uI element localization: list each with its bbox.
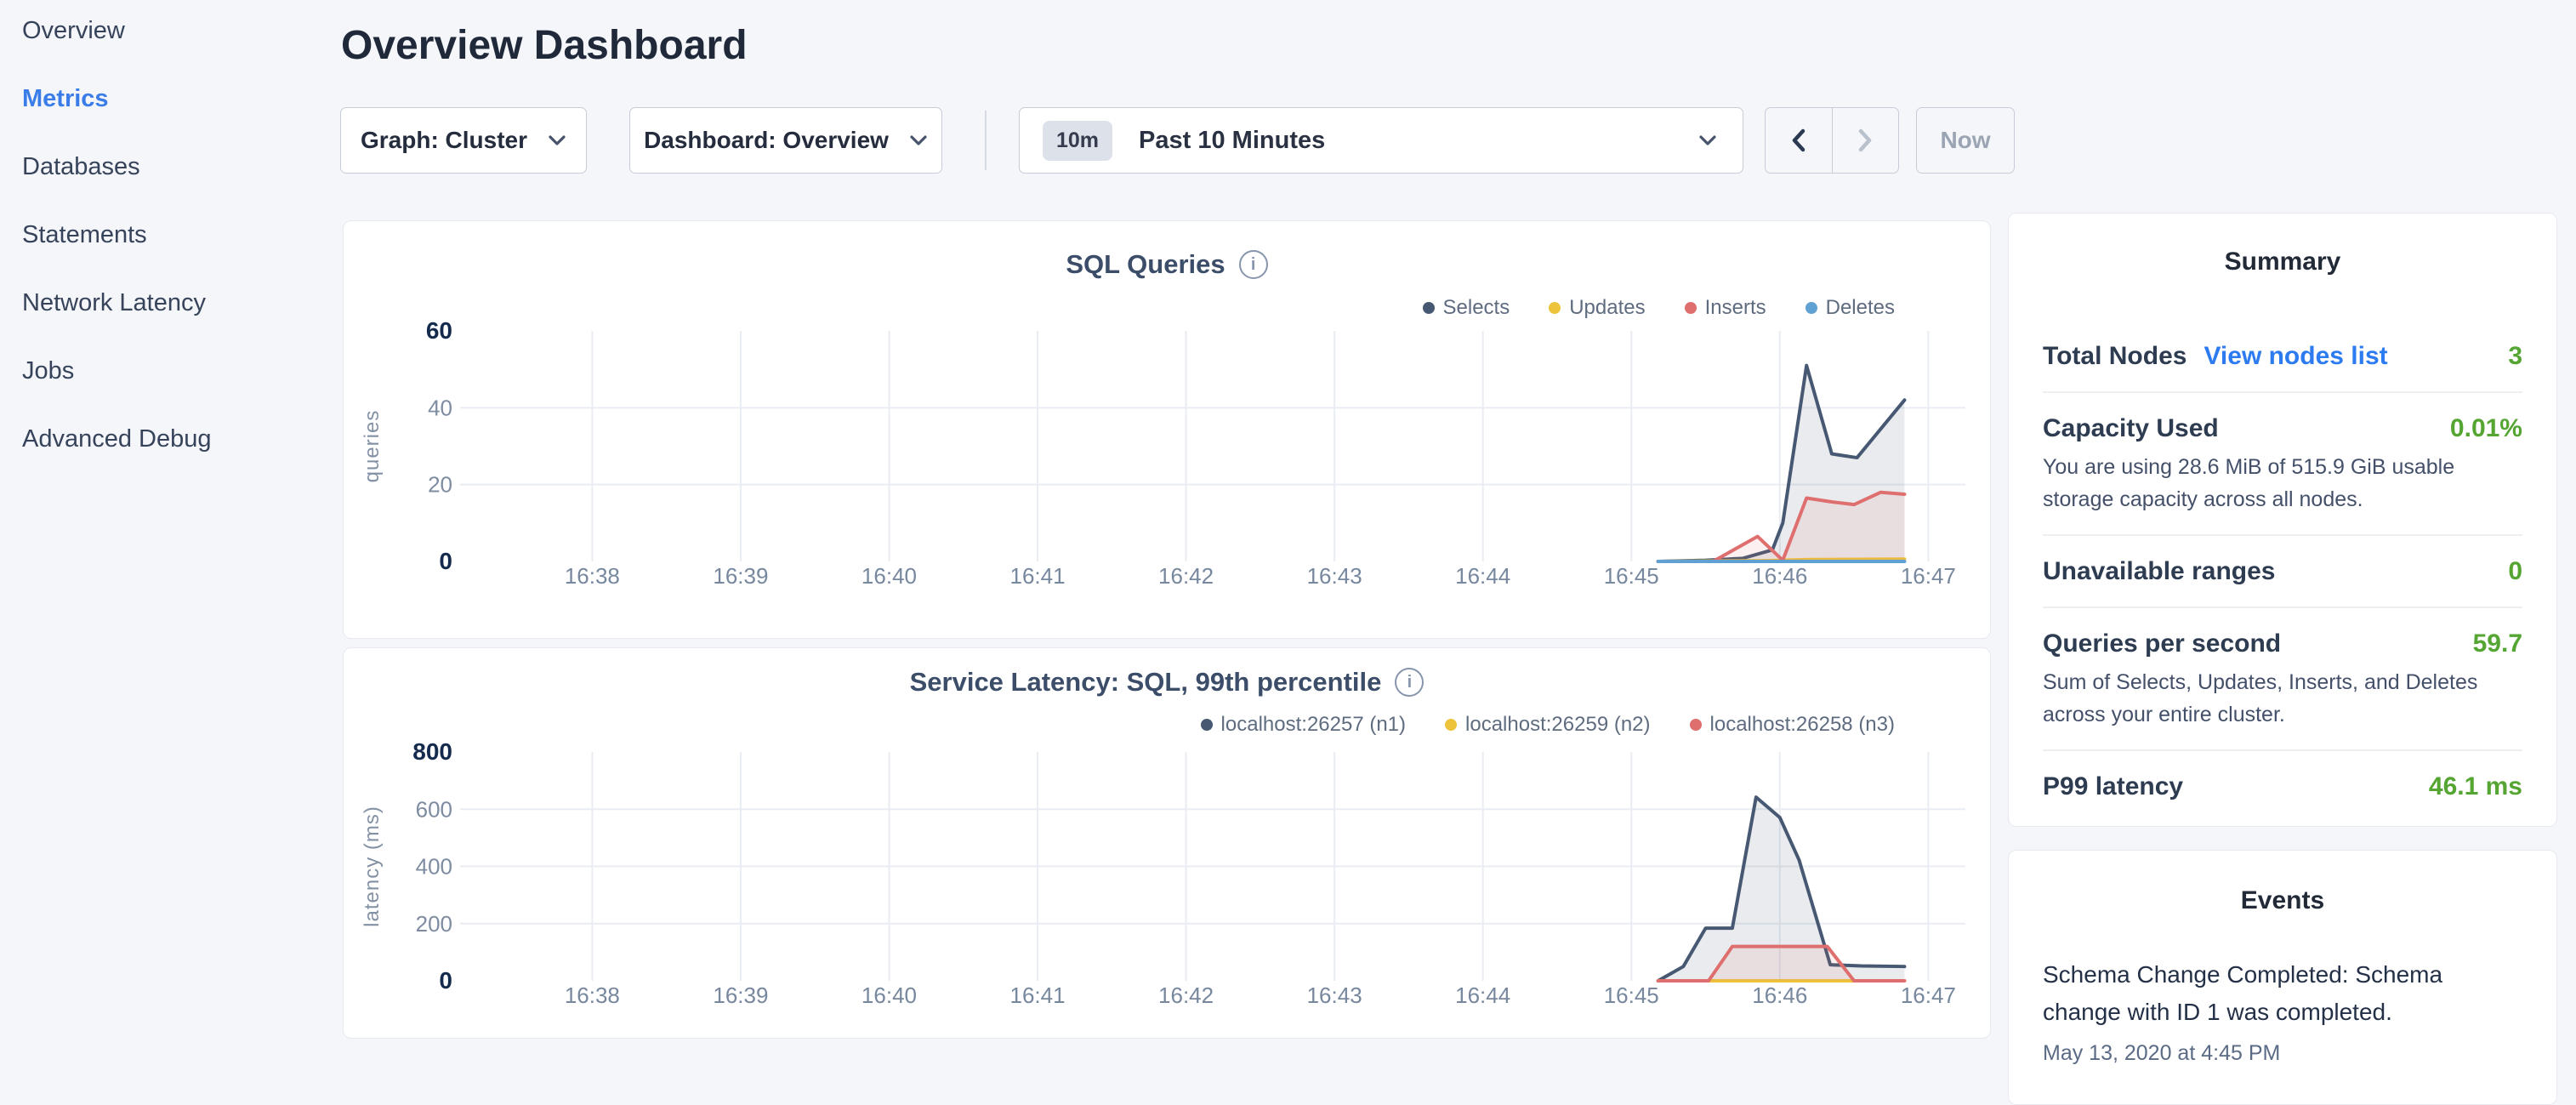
capacity-used-value: 0.01% (2450, 414, 2522, 443)
svg-text:20: 20 (428, 472, 452, 498)
sidebar-item-advanced-debug[interactable]: Advanced Debug (0, 408, 340, 470)
time-range-label: Past 10 Minutes (1139, 127, 1325, 155)
svg-text:16:46: 16:46 (1752, 983, 1807, 1008)
svg-text:16:44: 16:44 (1455, 983, 1510, 1008)
summary-title: Summary (2043, 248, 2522, 276)
svg-text:16:43: 16:43 (1307, 563, 1362, 589)
unavailable-ranges-label: Unavailable ranges (2043, 557, 2275, 586)
p99-latency-label: P99 latency (2043, 772, 2183, 801)
svg-text:latency (ms): latency (ms) (361, 806, 384, 927)
summary-row-p99-latency: P99 latency 46.1 ms (2043, 749, 2522, 822)
chevron-down-icon (909, 134, 928, 146)
svg-text:60: 60 (426, 317, 452, 344)
svg-text:200: 200 (416, 911, 452, 937)
sidebar-item-network-latency[interactable]: Network Latency (0, 272, 340, 333)
dashboard-dropdown[interactable]: Dashboard: Overview (629, 107, 942, 174)
svg-text:16:45: 16:45 (1604, 563, 1659, 589)
event-timestamp: May 13, 2020 at 4:45 PM (2043, 1041, 2522, 1066)
total-nodes-value: 3 (2508, 342, 2522, 371)
svg-text:400: 400 (416, 854, 452, 880)
svg-text:16:42: 16:42 (1158, 563, 1214, 589)
svg-text:0: 0 (439, 548, 452, 574)
sql-queries-chart-card: SQL Queries i SelectsUpdatesInsertsDelet… (343, 220, 1991, 639)
view-nodes-list-link[interactable]: View nodes list (2204, 342, 2387, 371)
svg-text:16:40: 16:40 (862, 563, 917, 589)
svg-text:16:46: 16:46 (1752, 563, 1807, 589)
svg-text:16:47: 16:47 (1901, 983, 1956, 1008)
chevron-down-icon (1698, 134, 1717, 146)
svg-text:0: 0 (439, 967, 452, 994)
graph-dropdown-label: Graph: Cluster (361, 127, 527, 154)
events-panel: Events Schema Change Completed: Schema c… (2008, 850, 2557, 1105)
svg-text:16:43: 16:43 (1307, 983, 1362, 1008)
event-message: Schema Change Completed: Schema change w… (2043, 956, 2522, 1031)
svg-text:16:38: 16:38 (565, 983, 620, 1008)
svg-text:16:40: 16:40 (862, 983, 917, 1008)
svg-text:16:42: 16:42 (1158, 983, 1214, 1008)
svg-text:800: 800 (412, 738, 452, 765)
sidebar-item-overview[interactable]: Overview (0, 0, 340, 61)
sidebar-item-statements[interactable]: Statements (0, 204, 340, 265)
capacity-used-label: Capacity Used (2043, 414, 2219, 443)
graph-dropdown[interactable]: Graph: Cluster (340, 107, 587, 174)
time-step-forward-button[interactable] (1832, 108, 1899, 173)
dashboard-dropdown-label: Dashboard: Overview (644, 127, 889, 154)
sidebar-item-jobs[interactable]: Jobs (0, 340, 340, 402)
svg-text:16:41: 16:41 (1009, 563, 1065, 589)
chevron-down-icon (548, 134, 566, 146)
queries-per-second-label: Queries per second (2043, 629, 2281, 658)
controls-divider (985, 111, 987, 170)
svg-text:16:39: 16:39 (713, 563, 768, 589)
now-button[interactable]: Now (1916, 107, 2015, 174)
svg-text:16:47: 16:47 (1901, 563, 1956, 589)
chevron-left-icon (1788, 128, 1809, 153)
time-range-badge: 10m (1043, 121, 1112, 161)
queries-per-second-value: 59.7 (2473, 629, 2522, 658)
summary-row-unavailable-ranges: Unavailable ranges 0 (2043, 534, 2522, 607)
capacity-used-description: You are using 28.6 MiB of 515.9 GiB usab… (2043, 452, 2522, 515)
sidebar: Overview Metrics Databases Statements Ne… (0, 0, 340, 1051)
svg-text:16:39: 16:39 (713, 983, 768, 1008)
events-title: Events (2043, 886, 2522, 915)
sidebar-item-metrics[interactable]: Metrics (0, 68, 340, 129)
summary-panel: Summary Total Nodes View nodes list 3 Ca… (2008, 213, 2557, 827)
queries-per-second-description: Sum of Selects, Updates, Inserts, and De… (2043, 667, 2522, 731)
summary-row-total-nodes: Total Nodes View nodes list 3 (2043, 321, 2522, 391)
svg-text:16:45: 16:45 (1604, 983, 1659, 1008)
time-step-back-button[interactable] (1766, 108, 1832, 173)
svg-text:600: 600 (416, 796, 452, 822)
chevron-right-icon (1855, 128, 1875, 153)
time-step-buttons (1765, 107, 1899, 174)
svg-text:16:38: 16:38 (565, 563, 620, 589)
svg-text:40: 40 (428, 395, 452, 420)
service-latency-chart-card: Service Latency: SQL, 99th percentile i … (343, 647, 1991, 1039)
sidebar-item-databases[interactable]: Databases (0, 136, 340, 197)
page-title: Overview Dashboard (341, 22, 748, 69)
p99-latency-value: 46.1 ms (2429, 772, 2522, 801)
svg-text:16:44: 16:44 (1455, 563, 1510, 589)
unavailable-ranges-value: 0 (2508, 557, 2522, 586)
svg-text:16:41: 16:41 (1009, 983, 1065, 1008)
time-range-dropdown[interactable]: 10m Past 10 Minutes (1019, 107, 1743, 174)
total-nodes-label: Total Nodes (2043, 342, 2186, 371)
svg-text:queries: queries (361, 410, 384, 483)
